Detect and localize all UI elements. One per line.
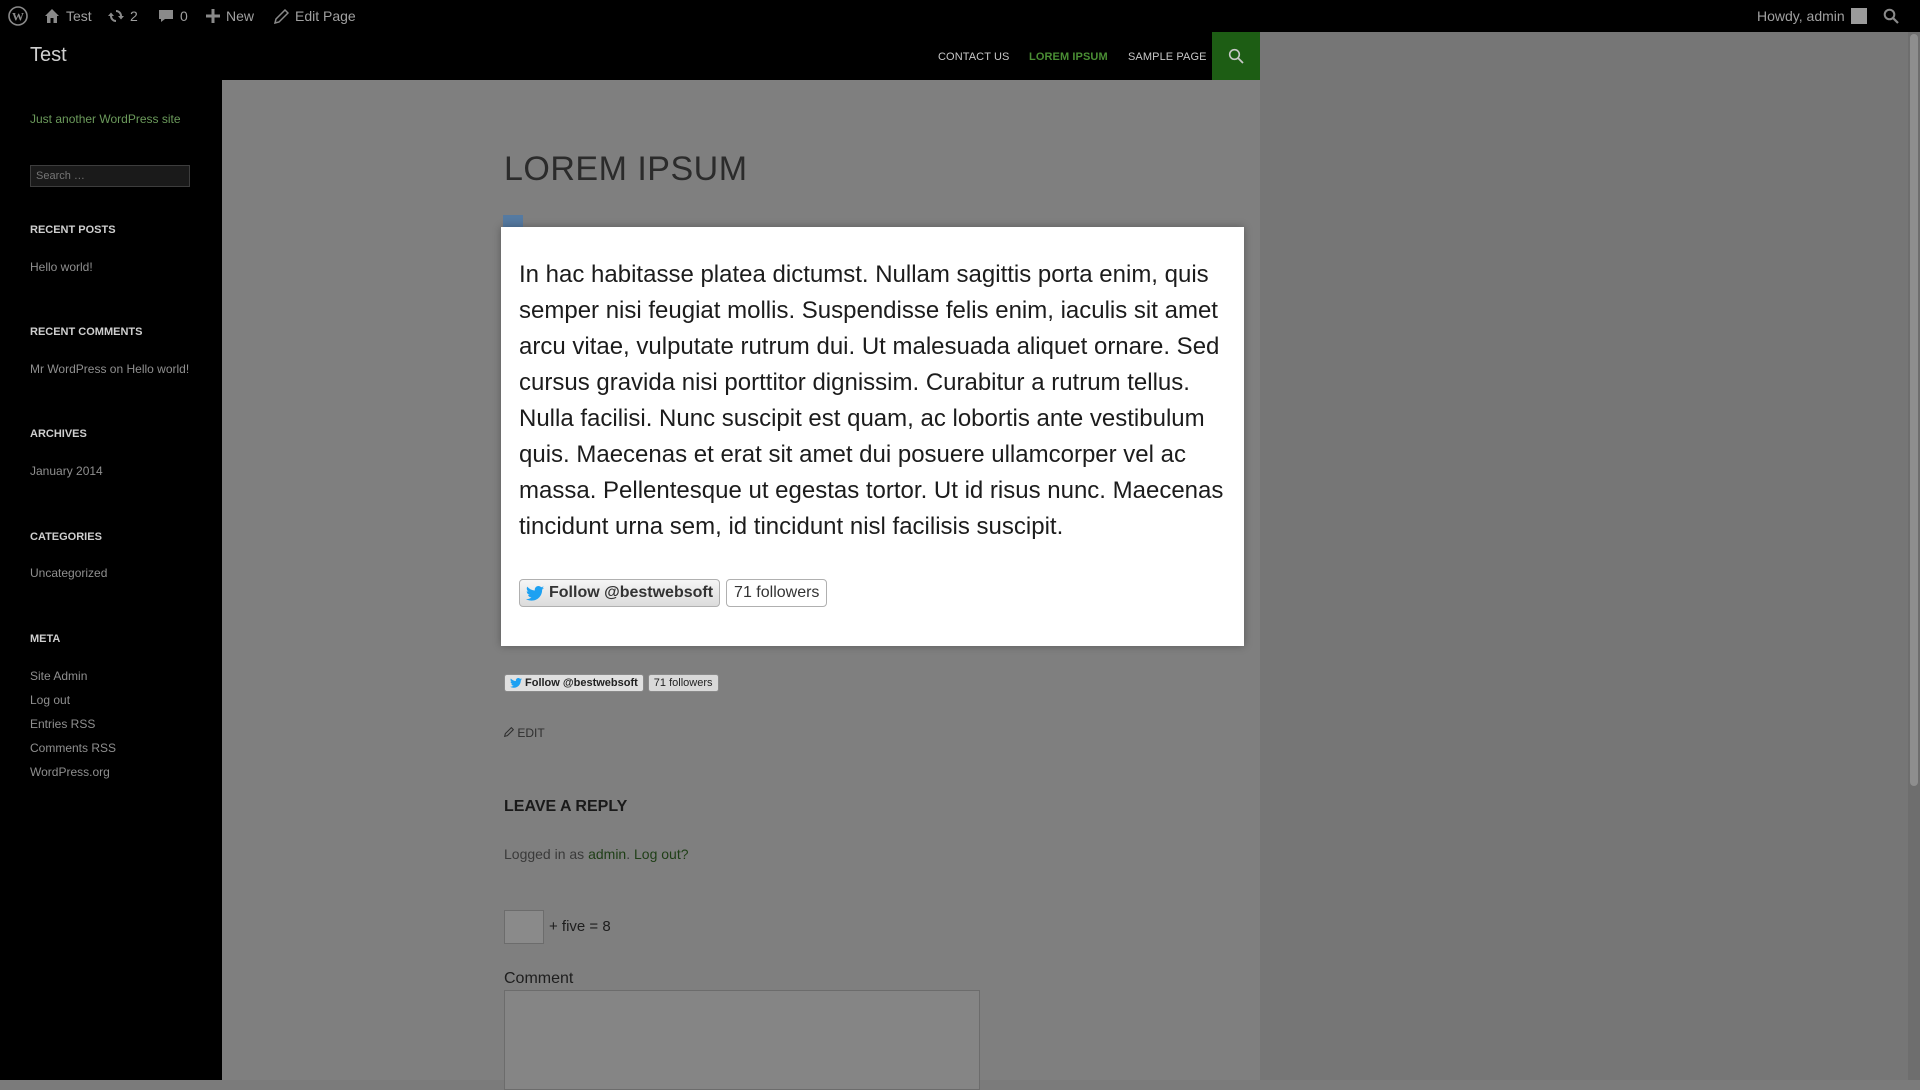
svg-text:W: W: [12, 10, 24, 24]
search-toggle-button[interactable]: [1212, 32, 1260, 80]
followers-count-small[interactable]: 71 followers: [647, 674, 719, 692]
site-name-label: Test: [66, 8, 92, 24]
site-header: Test CONTACT US LOREM IPSUM SAMPLE PAGE: [0, 32, 1260, 80]
categories-title: CATEGORIES: [30, 531, 102, 543]
image-placeholder-icon: [503, 215, 523, 227]
edit-page-label: Edit Page: [295, 8, 356, 24]
meta-wordpress-org-link[interactable]: WordPress.org: [30, 765, 110, 779]
meta-site-admin-link[interactable]: Site Admin: [30, 669, 87, 683]
follow-button-large[interactable]: Follow @bestwebsoft: [519, 579, 721, 607]
sidebar-search-input[interactable]: [30, 165, 190, 187]
howdy-label: Howdy, admin: [1757, 8, 1845, 24]
recent-comments-title: RECENT COMMENTS: [30, 326, 143, 338]
sidebar: RECENT POSTS Hello world! RECENT COMMENT…: [0, 80, 222, 1080]
comment-icon: [159, 10, 173, 22]
archives-title: ARCHIVES: [30, 428, 87, 440]
twitter-bird-icon: [510, 678, 522, 688]
category-link[interactable]: Uncategorized: [30, 566, 107, 580]
new-label: New: [226, 8, 255, 24]
tooltip-popup: In hac habitasse platea dictumst. Nullam…: [501, 227, 1244, 646]
popup-text: In hac habitasse platea dictumst. Nullam…: [519, 261, 1224, 540]
comment-label: Comment: [504, 970, 574, 987]
meta-comments-rss-link[interactable]: Comments RSS: [30, 741, 116, 755]
follow-label-large: Follow @bestwebsoft: [549, 584, 714, 601]
reply-title: LEAVE A REPLY: [504, 798, 628, 815]
home-icon: [45, 9, 59, 23]
comment-post-link[interactable]: Hello world!: [127, 362, 190, 376]
meta-entries-rss-link[interactable]: Entries RSS: [30, 717, 95, 731]
follow-button-small[interactable]: Follow @bestwebsoft: [504, 674, 644, 692]
comment-author-link[interactable]: Mr WordPress: [30, 362, 106, 376]
comments-link[interactable]: 0: [158, 0, 188, 32]
avatar: [1850, 8, 1867, 24]
pencil-icon: [274, 8, 289, 24]
page-title: LOREM IPSUM: [504, 150, 748, 188]
twitter-bird-icon: [526, 585, 544, 601]
profile-link[interactable]: admin: [588, 846, 626, 862]
site-name-link[interactable]: Test: [44, 0, 92, 32]
comments-count: 0: [180, 8, 188, 24]
followers-count-large[interactable]: 71 followers: [726, 579, 828, 607]
search-icon: [1228, 48, 1244, 64]
admin-bar: W Test 2 0 New Edit Page Howdy, admin: [0, 0, 1920, 32]
meta-title: META: [30, 633, 61, 645]
follow-widget-large: Follow @bestwebsoft 71 followers: [519, 579, 828, 607]
captcha-input[interactable]: [504, 910, 544, 944]
nav-item-contact-us[interactable]: CONTACT US: [938, 51, 1010, 63]
meta-log-out-link[interactable]: Log out: [30, 693, 70, 707]
nav-item-lorem-ipsum[interactable]: LOREM IPSUM: [1029, 51, 1108, 63]
captcha-equation: + five = 8: [549, 918, 611, 935]
recent-comment-item: Mr WordPress on Hello world!: [30, 362, 189, 376]
plus-icon: [206, 9, 220, 23]
new-content-link[interactable]: New: [206, 0, 254, 32]
nav-item-sample-page[interactable]: SAMPLE PAGE: [1128, 51, 1207, 63]
pencil-icon: [503, 726, 515, 738]
refresh-icon: [108, 10, 124, 22]
archive-link[interactable]: January 2014: [30, 464, 103, 478]
edit-link[interactable]: EDIT: [503, 726, 545, 740]
comment-textarea[interactable]: [504, 990, 980, 1090]
updates-link[interactable]: 2: [108, 0, 138, 32]
edit-label: EDIT: [517, 726, 545, 740]
updates-count: 2: [130, 8, 138, 24]
scrollbar-thumb[interactable]: [1910, 34, 1918, 786]
comment-on-text: on: [109, 362, 124, 376]
logout-link[interactable]: Log out?: [634, 846, 689, 862]
edit-page-link[interactable]: Edit Page: [274, 0, 356, 32]
follow-label-small: Follow @bestwebsoft: [525, 677, 638, 689]
recent-post-link[interactable]: Hello world!: [30, 260, 93, 274]
site-tagline: Just another WordPress site: [30, 112, 181, 126]
site-title[interactable]: Test: [30, 44, 67, 67]
recent-posts-title: RECENT POSTS: [30, 224, 116, 236]
adminbar-search-icon[interactable]: [1883, 0, 1899, 32]
logged-in-prefix: Logged in as: [504, 846, 585, 862]
page-background: [1260, 32, 1908, 1080]
logged-in-as: Logged in as admin. Log out?: [504, 846, 689, 862]
wordpress-logo-icon[interactable]: W: [8, 0, 28, 32]
follow-widget-small: Follow @bestwebsoft 71 followers: [504, 674, 719, 692]
account-menu[interactable]: Howdy, admin: [1757, 0, 1867, 32]
